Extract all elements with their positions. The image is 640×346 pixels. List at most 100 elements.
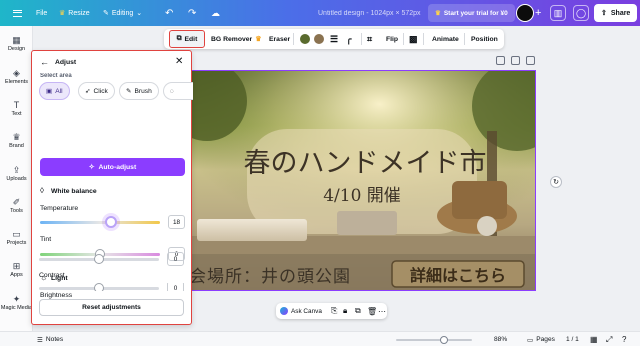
poster-headline: 春のハンドメイド市 xyxy=(243,148,487,179)
trash-icon[interactable]: 🗑︎ xyxy=(367,303,377,319)
white-balance-heading: White balance xyxy=(51,188,97,195)
add-page-icon[interactable] xyxy=(526,56,535,65)
mode-all-button[interactable]: ▣ All xyxy=(39,82,70,100)
contrast-row-clip: 0 xyxy=(33,283,190,291)
top-bar: File ♛ Resize ✎ Editing ⌄ ↶ ↷ ☁ Untitled… xyxy=(0,0,640,26)
duplicate-icon[interactable]: ⧉ xyxy=(355,303,361,319)
crop-icon[interactable]: ⌗ xyxy=(367,29,372,49)
lock-icon[interactable]: 🔒︎ xyxy=(343,303,347,319)
divider xyxy=(403,33,404,45)
menu-icon[interactable] xyxy=(13,0,22,26)
notes-label: Notes xyxy=(45,336,64,343)
mode-label: All xyxy=(55,87,63,95)
comment-icon[interactable]: ◯ xyxy=(573,5,589,21)
flip-button[interactable]: Flip xyxy=(386,29,398,49)
share-button[interactable]: ⇧ Share xyxy=(594,4,638,22)
editing-mode-dropdown[interactable]: ✎ Editing ⌄ xyxy=(103,0,142,26)
drop-icon: ◊ xyxy=(40,186,44,195)
mode-brush-button[interactable]: ✎ Brush xyxy=(119,82,159,100)
reset-adjustments-button[interactable]: Reset adjustments xyxy=(39,299,184,316)
grid-view-icon[interactable]: ▦ xyxy=(590,332,598,346)
rail-item-design[interactable]: ▦ Design xyxy=(0,35,33,52)
rotate-handle-icon[interactable]: ↻ xyxy=(550,176,562,188)
close-icon[interactable]: ✕ xyxy=(175,56,183,67)
rail-item-text[interactable]: T Text xyxy=(0,100,33,117)
slider-knob[interactable] xyxy=(104,216,117,228)
notes-button[interactable]: ☰ Notes xyxy=(37,332,63,346)
trial-label: Start your trial for ¥0 xyxy=(443,9,508,17)
brightness-slider[interactable] xyxy=(39,254,159,264)
copy-style-icon[interactable]: ⎘ xyxy=(331,303,337,319)
slider-knob[interactable] xyxy=(94,254,104,264)
panel-title: Adjust xyxy=(55,59,77,66)
redo-icon[interactable]: ↷ xyxy=(188,0,196,26)
cloud-save-icon[interactable]: ☁ xyxy=(211,0,220,26)
context-toolbar: ⧉ Edit BG Remover ♛ Eraser ☰ ╭ ⌗ Flip ▩ … xyxy=(164,29,504,49)
corner-rounding-icon[interactable]: ╭ xyxy=(346,29,351,49)
divider xyxy=(464,33,465,45)
upload-icon: ⇧ xyxy=(601,10,607,17)
rail-item-brand[interactable]: ♛ Brand xyxy=(0,132,33,149)
more-options-icon[interactable]: ⋯ xyxy=(378,303,386,319)
color-swatch-2[interactable] xyxy=(314,34,324,44)
transparency-icon[interactable]: ▩ xyxy=(409,29,418,49)
document-title[interactable]: Untitled design - 1024px × 572px xyxy=(318,0,421,26)
zoom-slider[interactable] xyxy=(396,336,472,344)
auto-adjust-button[interactable]: ✧ Auto-adjust xyxy=(40,158,185,176)
analytics-icon[interactable]: ▥ xyxy=(550,5,566,21)
undo-icon[interactable]: ↶ xyxy=(165,0,173,26)
contrast-slider[interactable] xyxy=(39,283,159,291)
avatar[interactable] xyxy=(516,4,534,22)
lock-icon[interactable] xyxy=(496,56,505,65)
rail-item-apps[interactable]: ⊞ Apps xyxy=(0,261,33,278)
divider xyxy=(361,33,362,45)
position-button[interactable]: Position xyxy=(471,29,498,49)
help-icon[interactable]: ? xyxy=(622,332,626,346)
color-swatch-1[interactable] xyxy=(300,34,310,44)
design-page[interactable]: 春のハンドメイド市 4/10 開催 会場所：井の頭公園 詳細はこちら xyxy=(186,70,536,291)
ask-canva-bar: Ask Canva ⎘ 🔒︎ ⧉ 🗑︎ ⋯ xyxy=(276,303,387,319)
add-icon[interactable]: + xyxy=(535,0,541,26)
eraser-button[interactable]: Eraser xyxy=(269,29,290,49)
ask-canva-button[interactable]: Ask Canva xyxy=(280,303,322,319)
pages-icon: ▭ xyxy=(527,336,534,344)
folder-icon: ▭ xyxy=(12,229,21,239)
edit-image-button[interactable]: ⧉ Edit xyxy=(169,30,205,48)
file-menu[interactable]: File xyxy=(36,0,47,26)
bg-remover-label: BG Remover xyxy=(211,35,253,43)
bg-remover-button[interactable]: BG Remover ♛ xyxy=(211,29,261,49)
rail-item-elements[interactable]: ◈ Elements xyxy=(0,68,33,85)
resize-button[interactable]: ♛ Resize xyxy=(59,0,90,26)
contrast-value[interactable]: 0 xyxy=(167,283,184,291)
duplicate-icon[interactable] xyxy=(511,56,520,65)
ask-canva-label: Ask Canva xyxy=(291,307,322,315)
brightness-value[interactable]: 0 xyxy=(167,252,184,266)
start-trial-button[interactable]: ♛ Start your trial for ¥0 xyxy=(428,4,515,22)
border-style-icon[interactable]: ☰ xyxy=(330,29,338,49)
rail-item-projects[interactable]: ▭ Projects xyxy=(0,229,33,246)
mode-more-button[interactable]: ◌ xyxy=(163,82,193,100)
shapes-icon: ◈ xyxy=(13,68,20,78)
poster-details-button: 詳細はこちら xyxy=(409,266,506,285)
fullscreen-icon[interactable]: ⤢ xyxy=(606,332,612,346)
editing-label: Editing xyxy=(111,9,134,17)
rail-item-tools[interactable]: ✐ Tools xyxy=(0,197,33,214)
temperature-value[interactable]: 18 xyxy=(168,215,185,229)
pages-button[interactable]: ▭ Pages xyxy=(527,332,555,346)
back-arrow-icon[interactable]: ← xyxy=(40,57,49,67)
zoom-knob[interactable] xyxy=(440,336,448,344)
animate-button[interactable]: Animate xyxy=(432,29,459,49)
rail-label: Uploads xyxy=(6,176,27,182)
tint-label: Tint xyxy=(40,236,52,243)
image-icon: ▣ xyxy=(46,88,53,95)
rail-label: Elements xyxy=(5,79,28,85)
rail-item-uploads[interactable]: ⇪ Uploads xyxy=(0,165,33,182)
divider xyxy=(423,33,424,45)
auto-adjust-label: Auto-adjust xyxy=(98,163,137,171)
bottom-bar: ☰ Notes 88% ▭ Pages 1 / 1 ▦ ⤢ ? xyxy=(0,331,640,346)
mode-click-button[interactable]: ➶ Click xyxy=(78,82,115,100)
temperature-slider[interactable] xyxy=(40,216,160,228)
slider-knob[interactable] xyxy=(94,283,104,291)
rail-item-magic-media[interactable]: ✦ Magic Media xyxy=(0,294,33,311)
zoom-level[interactable]: 88% xyxy=(494,332,507,346)
